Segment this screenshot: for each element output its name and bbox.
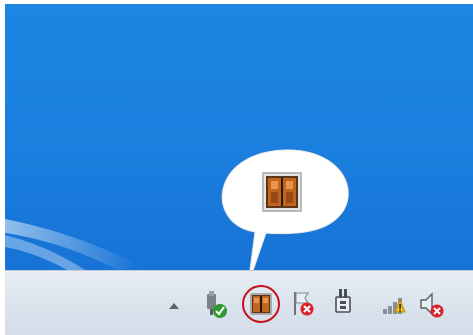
- app-large-icon: [262, 172, 302, 212]
- highlight-ring: [242, 285, 280, 323]
- screenshot: [0, 0, 473, 335]
- power-icon[interactable]: [331, 287, 357, 317]
- show-hidden-icons-arrow-icon[interactable]: [168, 296, 180, 309]
- safely-remove-hardware-icon[interactable]: [201, 290, 229, 320]
- network-signal-icon[interactable]: [382, 292, 408, 316]
- action-center-flag-icon[interactable]: [290, 289, 316, 319]
- volume-muted-icon[interactable]: [418, 290, 448, 320]
